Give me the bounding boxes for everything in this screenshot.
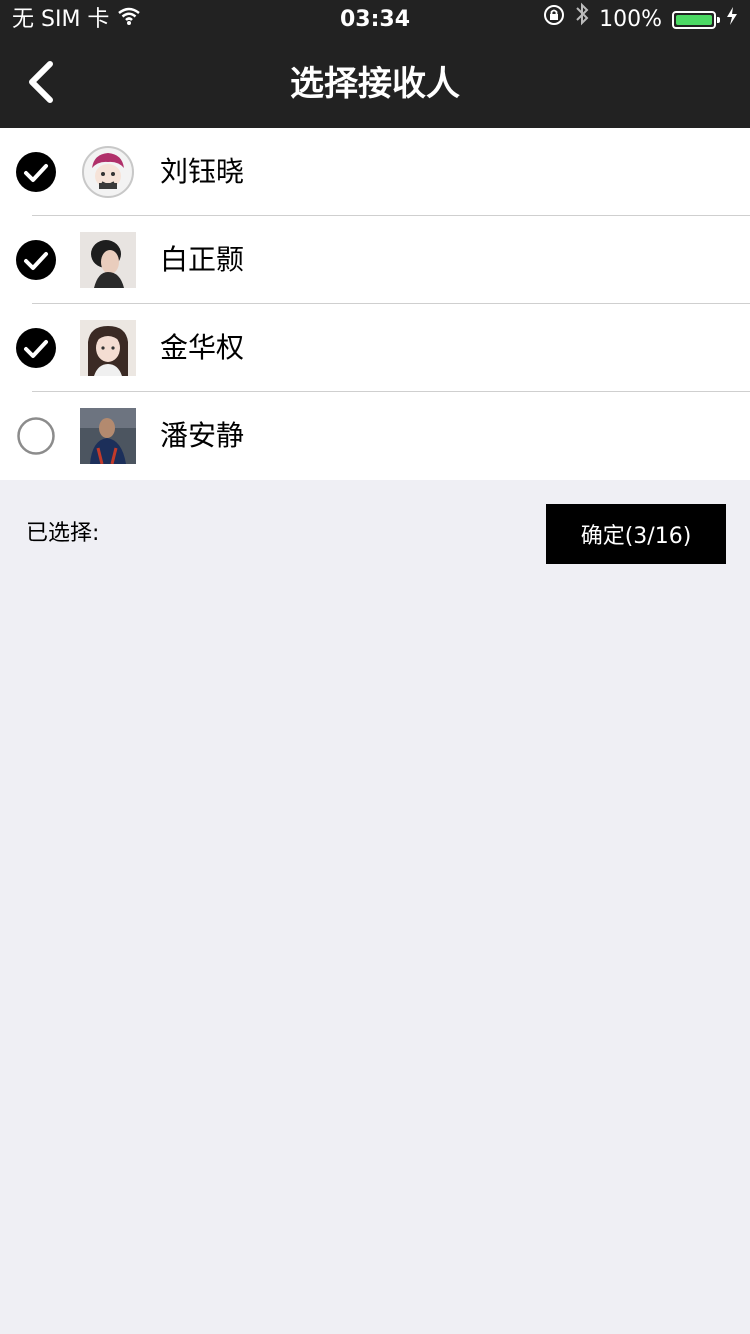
rotation-lock-icon [543,0,565,40]
checked-circle-icon[interactable] [16,152,56,192]
status-bar: 无 SIM 卡 03:34 100% [0,0,750,40]
selection-footer: 已选择: 确定(3/16) [0,480,750,588]
header-bar: 无 SIM 卡 03:34 100% 选择接收人 [0,0,750,128]
checked-circle-icon[interactable] [16,328,56,368]
charging-icon [726,0,738,40]
checked-circle-icon[interactable] [16,240,56,280]
recipient-name: 潘安静 [160,419,245,452]
recipient-row[interactable]: 潘安静 [0,392,750,480]
avatar [80,408,136,464]
recipient-row[interactable]: 刘钰晓 [0,128,750,216]
nav-bar: 选择接收人 [0,40,750,128]
confirm-button[interactable]: 确定(3/16) [546,504,726,564]
recipient-row[interactable]: 金华权 [0,304,750,392]
bluetooth-icon [575,0,589,40]
battery-percent: 100% [599,7,662,32]
battery-icon [672,11,720,29]
recipient-name: 金华权 [160,331,245,364]
recipient-name: 白正颢 [160,243,245,276]
battery-fill [676,15,712,25]
selected-label: 已选择: [26,521,100,546]
status-right: 100% [543,0,738,40]
unchecked-circle-icon[interactable] [16,416,56,456]
avatar [80,320,136,376]
page-title: 选择接收人 [290,64,460,104]
avatar [80,232,136,288]
recipient-row[interactable]: 白正颢 [0,216,750,304]
avatar [80,144,136,200]
recipient-name: 刘钰晓 [160,155,245,188]
recipient-list: 刘钰晓 白正颢 金华权 潘安静 [0,128,750,480]
